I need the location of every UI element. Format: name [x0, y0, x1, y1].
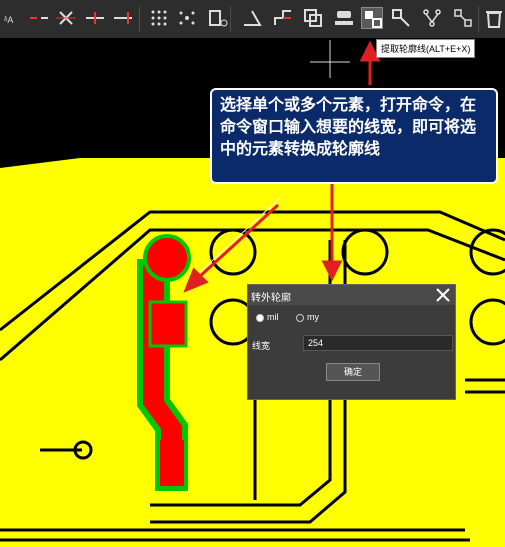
dialog-title: 转外轮廓: [251, 293, 291, 304]
sort-az-icon[interactable]: ᵟA: [2, 7, 24, 29]
radio-mil-label: mil: [267, 312, 279, 322]
dot-grid-icon[interactable]: [148, 7, 170, 29]
red-tick-line-icon[interactable]: [84, 7, 106, 29]
instruction-callout: 选择单个或多个元素，打开命令，在命令窗口输入想要的线宽，即可将选中的元素转换成轮…: [210, 88, 498, 184]
trash-icon[interactable]: [483, 7, 505, 29]
outline-dialog: 转外轮廓 mil my 线宽 254 确定: [247, 284, 456, 400]
rect-marker-icon[interactable]: [207, 7, 229, 29]
radio-my[interactable]: [296, 314, 304, 322]
close-icon[interactable]: [434, 286, 452, 304]
radio-mil[interactable]: [256, 314, 264, 322]
toolbar-separator: [478, 6, 479, 32]
dialog-titlebar[interactable]: 转外轮廓: [248, 285, 455, 305]
ok-button[interactable]: 确定: [326, 363, 380, 381]
x-cross-line-icon[interactable]: [55, 7, 77, 29]
svg-text:ᵟA: ᵟA: [4, 15, 13, 25]
step-line-icon[interactable]: [272, 7, 294, 29]
width-label: 线宽: [252, 341, 271, 351]
node-link-icon[interactable]: [452, 7, 474, 29]
sparkle-nodes-icon[interactable]: [176, 7, 198, 29]
angle-icon[interactable]: [241, 7, 263, 29]
red-break-line-icon[interactable]: [28, 7, 50, 29]
outline-pattern-icon[interactable]: [390, 7, 412, 29]
toolbar-separator: [230, 6, 231, 32]
copy-frames-icon[interactable]: [302, 7, 324, 29]
tooltip: 提取轮廓线(ALT+E+X): [376, 39, 476, 58]
extract-outline-icon[interactable]: [361, 7, 383, 29]
tree-nodes-icon[interactable]: [421, 7, 443, 29]
toolbar-separator: [139, 6, 140, 32]
red-tick-line-2-icon[interactable]: [112, 7, 134, 29]
toolbar: ᵟA: [0, 0, 505, 38]
pcb-canvas[interactable]: [0, 0, 505, 547]
width-input[interactable]: 254: [303, 335, 453, 351]
flip-stamp-icon[interactable]: [333, 7, 355, 29]
radio-my-label: my: [307, 312, 319, 322]
